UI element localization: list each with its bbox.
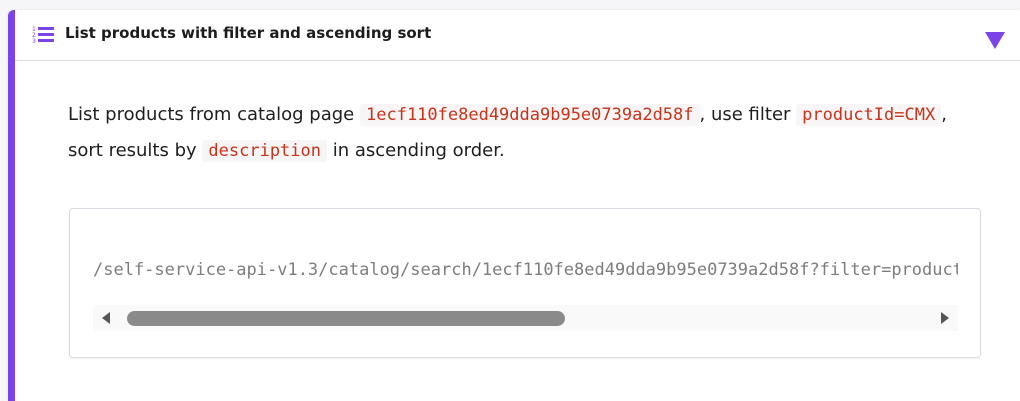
code-block: /self-service-api-v1.3/catalog/search/1e… (69, 208, 981, 358)
sort-field-code: description (202, 140, 327, 162)
card-body: List products from catalog page 1ecf110f… (15, 61, 1020, 401)
description-part-1: List products from catalog page (68, 104, 355, 125)
description-text: List products from catalog page 1ecf110f… (68, 97, 968, 169)
scroll-right-icon[interactable] (941, 312, 949, 324)
numbered-list-icon: 1 2 3 (32, 24, 54, 45)
code-url: /self-service-api-v1.3/catalog/search/1e… (93, 260, 958, 280)
description-part-4: in ascending order. (332, 140, 505, 161)
card-header[interactable]: 1 2 3 List products with filter and asce… (15, 10, 1020, 61)
catalog-id-code: 1ecf110fe8ed49dda9b95e0739a2d58f (360, 104, 700, 126)
example-card: 1 2 3 List products with filter and asce… (8, 10, 1020, 401)
description-part-2: , use filter (699, 104, 791, 125)
filter-code: productId=CMX (796, 104, 942, 126)
triangle-down-icon[interactable] (983, 30, 1007, 50)
horizontal-scrollbar[interactable] (93, 305, 958, 331)
scroll-left-icon[interactable] (102, 312, 110, 324)
scrollbar-thumb[interactable] (127, 311, 565, 326)
card-title: List products with filter and ascending … (65, 24, 432, 42)
svg-text:3: 3 (32, 38, 36, 44)
